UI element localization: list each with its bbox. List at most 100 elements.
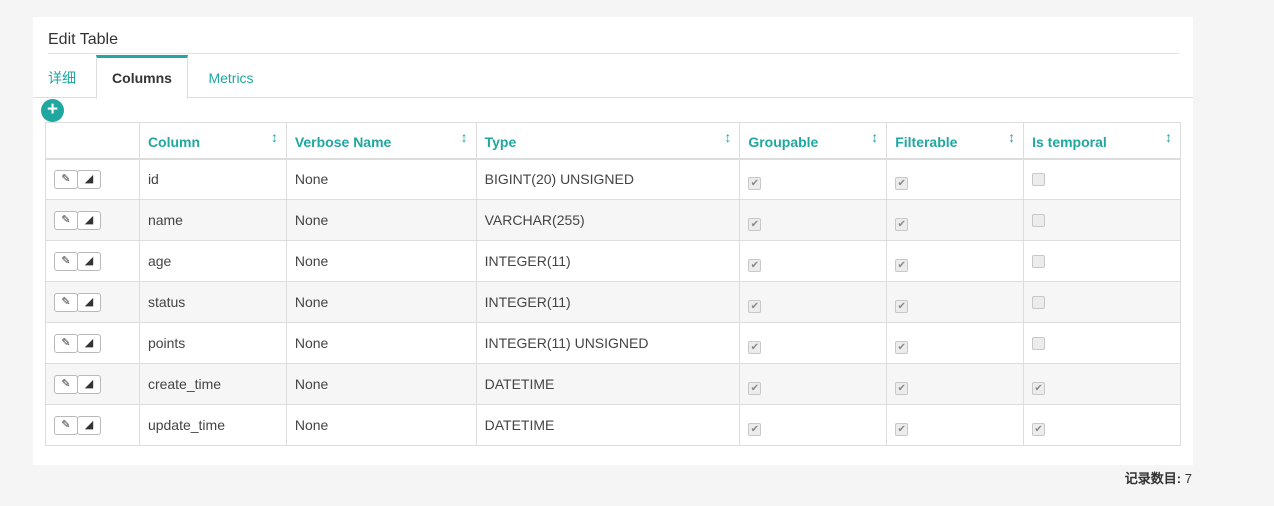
table-row: ✎ ◢ status None INTEGER(11) ✔ ✔ [45, 281, 1181, 323]
is-temporal-cell: ✔ [1023, 363, 1181, 405]
add-column-button[interactable]: + [41, 99, 64, 122]
sort-icon[interactable]: ↕ [1165, 129, 1172, 145]
tab-metrics[interactable]: Metrics [205, 55, 257, 98]
table-row: ✎ ◢ update_time None DATETIME ✔ ✔ ✔ [45, 404, 1181, 446]
panel-title: Edit Table [48, 31, 118, 48]
filterable-cell: ✔ [886, 240, 1025, 282]
filterable-checkbox[interactable]: ✔ [895, 258, 909, 272]
type-cell: INTEGER(11) [475, 281, 741, 323]
is-temporal-checkbox[interactable] [1032, 296, 1046, 309]
groupable-checkbox[interactable]: ✔ [748, 340, 762, 354]
filterable-cell: ✔ [886, 363, 1025, 405]
verbose-name-cell: None [285, 158, 477, 200]
table-body: ✎ ◢ id None BIGINT(20) UNSIGNED ✔ ✔ ✎ ◢ name None V… [45, 158, 1181, 446]
edit-icon[interactable]: ✎ [54, 170, 78, 190]
eraser-icon[interactable]: ◢ [77, 211, 101, 230]
edit-icon[interactable]: ✎ [54, 211, 78, 230]
eraser-icon[interactable]: ◢ [77, 170, 101, 190]
groupable-checkbox[interactable]: ✔ [748, 299, 762, 313]
filterable-header[interactable]: Filterable ↕ [886, 122, 1025, 160]
groupable-checkbox[interactable]: ✔ [748, 381, 762, 395]
type-cell: VARCHAR(255) [475, 199, 741, 241]
filterable-checkbox[interactable]: ✔ [895, 381, 909, 395]
type-cell: INTEGER(11) [475, 240, 741, 282]
row-actions: ✎ ◢ [45, 240, 140, 282]
filterable-checkbox[interactable]: ✔ [895, 422, 909, 436]
groupable-checkbox[interactable]: ✔ [748, 176, 762, 190]
sort-icon[interactable]: ↕ [271, 129, 278, 145]
eraser-icon[interactable]: ◢ [77, 416, 101, 435]
edit-icon[interactable]: ✎ [54, 252, 78, 271]
record-count-value: 7 [1184, 471, 1192, 486]
type-cell: BIGINT(20) UNSIGNED [475, 158, 741, 200]
column-name-cell: status [138, 281, 287, 323]
is-temporal-header[interactable]: Is temporal ↕ [1023, 122, 1181, 160]
title-divider [48, 53, 1179, 54]
verbose-name-cell: None [285, 240, 477, 282]
type-cell: DATETIME [475, 363, 741, 405]
filterable-checkbox[interactable]: ✔ [895, 176, 909, 190]
column-name-cell: update_time [138, 404, 287, 446]
column-name-cell: age [138, 240, 287, 282]
row-actions: ✎ ◢ [45, 158, 140, 200]
verbose-name-cell: None [285, 199, 477, 241]
record-count: 记录数目: 7 [1125, 468, 1192, 487]
is-temporal-checkbox[interactable] [1032, 173, 1046, 187]
column-name-cell: name [138, 199, 287, 241]
is-temporal-checkbox[interactable]: ✔ [1032, 381, 1046, 395]
row-actions: ✎ ◢ [45, 322, 140, 364]
eraser-icon[interactable]: ◢ [77, 252, 101, 271]
row-actions: ✎ ◢ [45, 363, 140, 405]
filterable-cell: ✔ [886, 199, 1025, 241]
tab-bar: 详细 Columns Metrics [33, 55, 1193, 99]
groupable-checkbox[interactable]: ✔ [748, 422, 762, 436]
is-temporal-cell [1023, 158, 1181, 200]
sort-icon[interactable]: ↕ [461, 129, 468, 145]
filterable-checkbox[interactable]: ✔ [895, 299, 909, 313]
filterable-cell: ✔ [886, 322, 1025, 364]
table-row: ✎ ◢ create_time None DATETIME ✔ ✔ ✔ [45, 363, 1181, 405]
groupable-header[interactable]: Groupable ↕ [739, 122, 888, 160]
is-temporal-checkbox[interactable] [1032, 337, 1046, 350]
tab-details[interactable]: 详细 [48, 55, 78, 98]
columns-table: Column ↕ Verbose Name ↕ Type ↕ Groupable ↕ F… [45, 122, 1181, 446]
groupable-cell: ✔ [739, 158, 888, 200]
is-temporal-cell [1023, 240, 1181, 282]
type-cell: INTEGER(11) UNSIGNED [475, 322, 741, 364]
verbose-name-cell: None [285, 322, 477, 364]
is-temporal-checkbox[interactable] [1032, 214, 1046, 227]
table-row: ✎ ◢ points None INTEGER(11) UNSIGNED ✔ ✔ [45, 322, 1181, 364]
column-name-cell: create_time [138, 363, 287, 405]
type-header[interactable]: Type ↕ [475, 122, 741, 160]
is-temporal-cell [1023, 281, 1181, 323]
edit-icon[interactable]: ✎ [54, 375, 78, 394]
edit-icon[interactable]: ✎ [54, 293, 78, 312]
is-temporal-checkbox[interactable] [1032, 255, 1046, 268]
filterable-cell: ✔ [886, 404, 1025, 446]
column-header[interactable]: Column ↕ [138, 122, 287, 160]
eraser-icon[interactable]: ◢ [77, 375, 101, 394]
eraser-icon[interactable]: ◢ [77, 293, 101, 312]
is-temporal-checkbox[interactable]: ✔ [1032, 422, 1046, 436]
eraser-icon[interactable]: ◢ [77, 334, 101, 353]
sort-icon[interactable]: ↕ [871, 129, 878, 145]
tab-columns[interactable]: Columns [96, 55, 188, 99]
groupable-cell: ✔ [739, 363, 888, 405]
verbose-name-header[interactable]: Verbose Name ↕ [285, 122, 477, 160]
record-count-label: 记录数目: [1124, 471, 1182, 486]
sort-icon[interactable]: ↕ [724, 129, 731, 145]
groupable-checkbox[interactable]: ✔ [748, 258, 762, 272]
edit-icon[interactable]: ✎ [54, 416, 78, 435]
groupable-checkbox[interactable]: ✔ [748, 217, 762, 231]
row-actions: ✎ ◢ [45, 404, 140, 446]
filterable-cell: ✔ [886, 281, 1025, 323]
table-header-row: Column ↕ Verbose Name ↕ Type ↕ Groupable ↕ F… [45, 122, 1181, 160]
is-temporal-cell [1023, 199, 1181, 241]
sort-icon[interactable]: ↕ [1008, 129, 1015, 145]
filterable-checkbox[interactable]: ✔ [895, 340, 909, 354]
edit-icon[interactable]: ✎ [54, 334, 78, 353]
column-name-cell: points [138, 322, 287, 364]
groupable-cell: ✔ [739, 322, 888, 364]
filterable-checkbox[interactable]: ✔ [895, 217, 909, 231]
verbose-name-cell: None [285, 363, 477, 405]
